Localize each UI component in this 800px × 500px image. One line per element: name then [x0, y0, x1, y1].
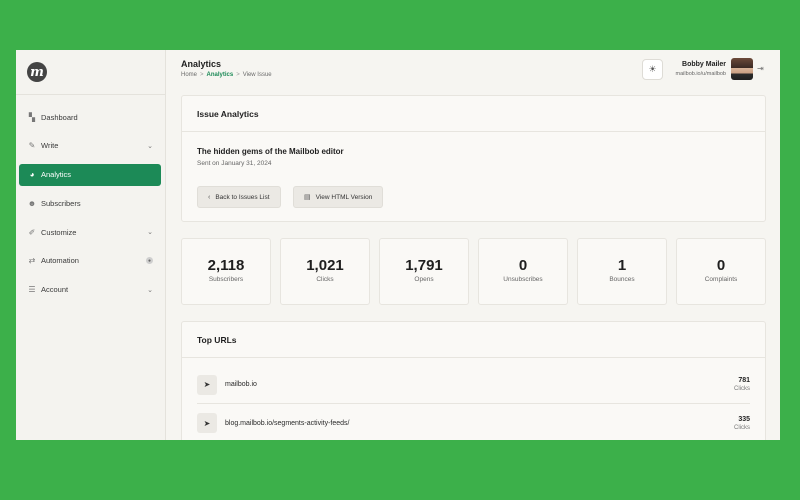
- back-to-issues-button[interactable]: ‹ Back to Issues List: [197, 186, 281, 208]
- pencil-icon: ✎: [28, 141, 36, 151]
- mailbob-logo[interactable]: m: [27, 62, 47, 82]
- card-title: Issue Analytics: [182, 96, 765, 132]
- sidebar-item-write[interactable]: ✎ Write ⌄: [19, 135, 161, 157]
- stat-value: 0: [716, 257, 726, 274]
- chevron-down-icon: ⌄: [147, 229, 153, 237]
- cursor-icon: ➤: [197, 374, 217, 395]
- issue-title: The hidden gems of the Mailbob editor: [197, 147, 344, 156]
- stat-value: 0: [518, 257, 528, 274]
- logo-area: m: [16, 50, 165, 95]
- issue-analytics-card: Issue Analytics The hidden gems of the M…: [181, 95, 766, 222]
- sidebar-item-label: Analytics: [41, 170, 72, 180]
- stat-label: Clicks: [316, 276, 334, 283]
- stat-unsubscribes: 0 Unsubscribes: [478, 238, 568, 305]
- chevron-down-icon: ⌄: [147, 286, 153, 294]
- sidebar-item-dashboard[interactable]: ▚ Dashboard: [19, 106, 161, 128]
- sidebar-item-label: Subscribers: [41, 198, 81, 208]
- app-window: m ▚ Dashboard ✎ Write ⌄ ◕ Analytics ☻ Su…: [16, 50, 780, 440]
- list-item[interactable]: ➤ mailbob.io 781 Clicks: [197, 366, 750, 404]
- url-text[interactable]: mailbob.io: [225, 381, 734, 388]
- sidebar-item-account[interactable]: ☰ Account ⌄: [19, 279, 161, 301]
- button-label: Back to Issues List: [215, 193, 270, 201]
- grid-icon: ▚: [28, 112, 36, 122]
- click-count-value: 781: [738, 377, 750, 384]
- sidebar-item-subscribers[interactable]: ☻ Subscribers: [19, 192, 161, 214]
- card-title: Top URLs: [182, 322, 765, 358]
- status-badge: ●: [146, 257, 153, 265]
- stat-opens: 1,791 Opens: [379, 238, 469, 305]
- breadcrumb: Home > Analytics > View Issue: [181, 72, 272, 78]
- chevron-down-icon: ⌄: [147, 142, 153, 150]
- top-urls-card: Top URLs ➤ mailbob.io 781 Clicks ➤ blog.…: [181, 321, 766, 440]
- users-icon: ☻: [27, 198, 37, 208]
- url-click-count: 781 Clicks: [734, 377, 750, 392]
- breadcrumb-current: View Issue: [242, 72, 272, 78]
- sidebar-item-label: Account: [41, 285, 69, 295]
- stat-value: 2,118: [207, 257, 245, 274]
- stat-clicks: 1,021 Clicks: [280, 238, 370, 305]
- breadcrumb-analytics[interactable]: Analytics: [207, 72, 234, 78]
- list-item[interactable]: ➤ blog.mailbob.io/segments-activity-feed…: [197, 404, 750, 440]
- user-url[interactable]: mailbob.io/u/mailbob: [676, 71, 726, 77]
- cursor-icon: ➤: [197, 413, 217, 433]
- stat-complaints: 0 Complaints: [676, 238, 766, 305]
- click-count-unit: Clicks: [734, 424, 750, 431]
- breadcrumb-home[interactable]: Home: [181, 72, 197, 78]
- breadcrumb-separator: >: [200, 72, 204, 78]
- sidebar-item-label: Automation: [41, 256, 79, 266]
- sidebar-item-label: Dashboard: [41, 112, 78, 122]
- flow-icon: ⇄: [28, 256, 36, 266]
- chevron-left-icon: ‹: [208, 193, 211, 201]
- sidebar-nav: ▚ Dashboard ✎ Write ⌄ ◕ Analytics ☻ Subs…: [16, 106, 165, 308]
- url-text[interactable]: blog.mailbob.io/segments-activity-feeds/: [225, 420, 734, 427]
- sidebar-item-analytics[interactable]: ◕ Analytics: [19, 163, 161, 186]
- url-click-count: 335 Clicks: [734, 416, 750, 431]
- user-name: Bobby Mailer: [682, 61, 726, 68]
- sun-icon: ☀: [648, 64, 657, 74]
- stat-label: Opens: [414, 276, 434, 283]
- logout-icon[interactable]: ⇥: [757, 64, 764, 73]
- stat-label: Unsubscribes: [503, 276, 543, 283]
- click-count-unit: Clicks: [734, 386, 750, 392]
- sidebar-item-label: Customize: [41, 227, 77, 237]
- stat-label: Complaints: [704, 276, 738, 283]
- page-title: Analytics: [181, 59, 222, 69]
- theme-toggle-button[interactable]: ☀: [642, 59, 663, 80]
- sidebar: m ▚ Dashboard ✎ Write ⌄ ◕ Analytics ☻ Su…: [16, 50, 166, 440]
- view-html-button[interactable]: ▤ View HTML Version: [293, 186, 384, 208]
- sliders-icon: ☰: [28, 285, 36, 295]
- sidebar-item-customize[interactable]: ✐ Customize ⌄: [19, 221, 161, 243]
- stat-value: 1,021: [306, 257, 344, 274]
- sidebar-item-label: Write: [41, 141, 59, 151]
- sidebar-item-automation[interactable]: ⇄ Automation ●: [19, 250, 161, 272]
- stat-subscribers: 2,118 Subscribers: [181, 238, 271, 305]
- button-label: View HTML Version: [315, 193, 373, 201]
- stat-value: 1,791: [405, 257, 443, 274]
- brush-icon: ✐: [28, 227, 36, 237]
- stat-bounces: 1 Bounces: [577, 238, 667, 305]
- stat-label: Subscribers: [208, 276, 244, 283]
- stat-label: Bounces: [609, 276, 635, 283]
- breadcrumb-separator: >: [236, 72, 240, 78]
- avatar[interactable]: [731, 58, 753, 80]
- click-count-value: 335: [738, 415, 750, 423]
- stat-value: 1: [617, 257, 627, 274]
- pie-chart-icon: ◕: [29, 170, 35, 180]
- document-icon: ▤: [304, 194, 311, 201]
- issue-sent-date: Sent on January 31, 2024: [197, 160, 272, 167]
- main-content: Analytics Home > Analytics > View Issue …: [166, 50, 780, 440]
- topbar: Analytics Home > Analytics > View Issue …: [166, 50, 780, 90]
